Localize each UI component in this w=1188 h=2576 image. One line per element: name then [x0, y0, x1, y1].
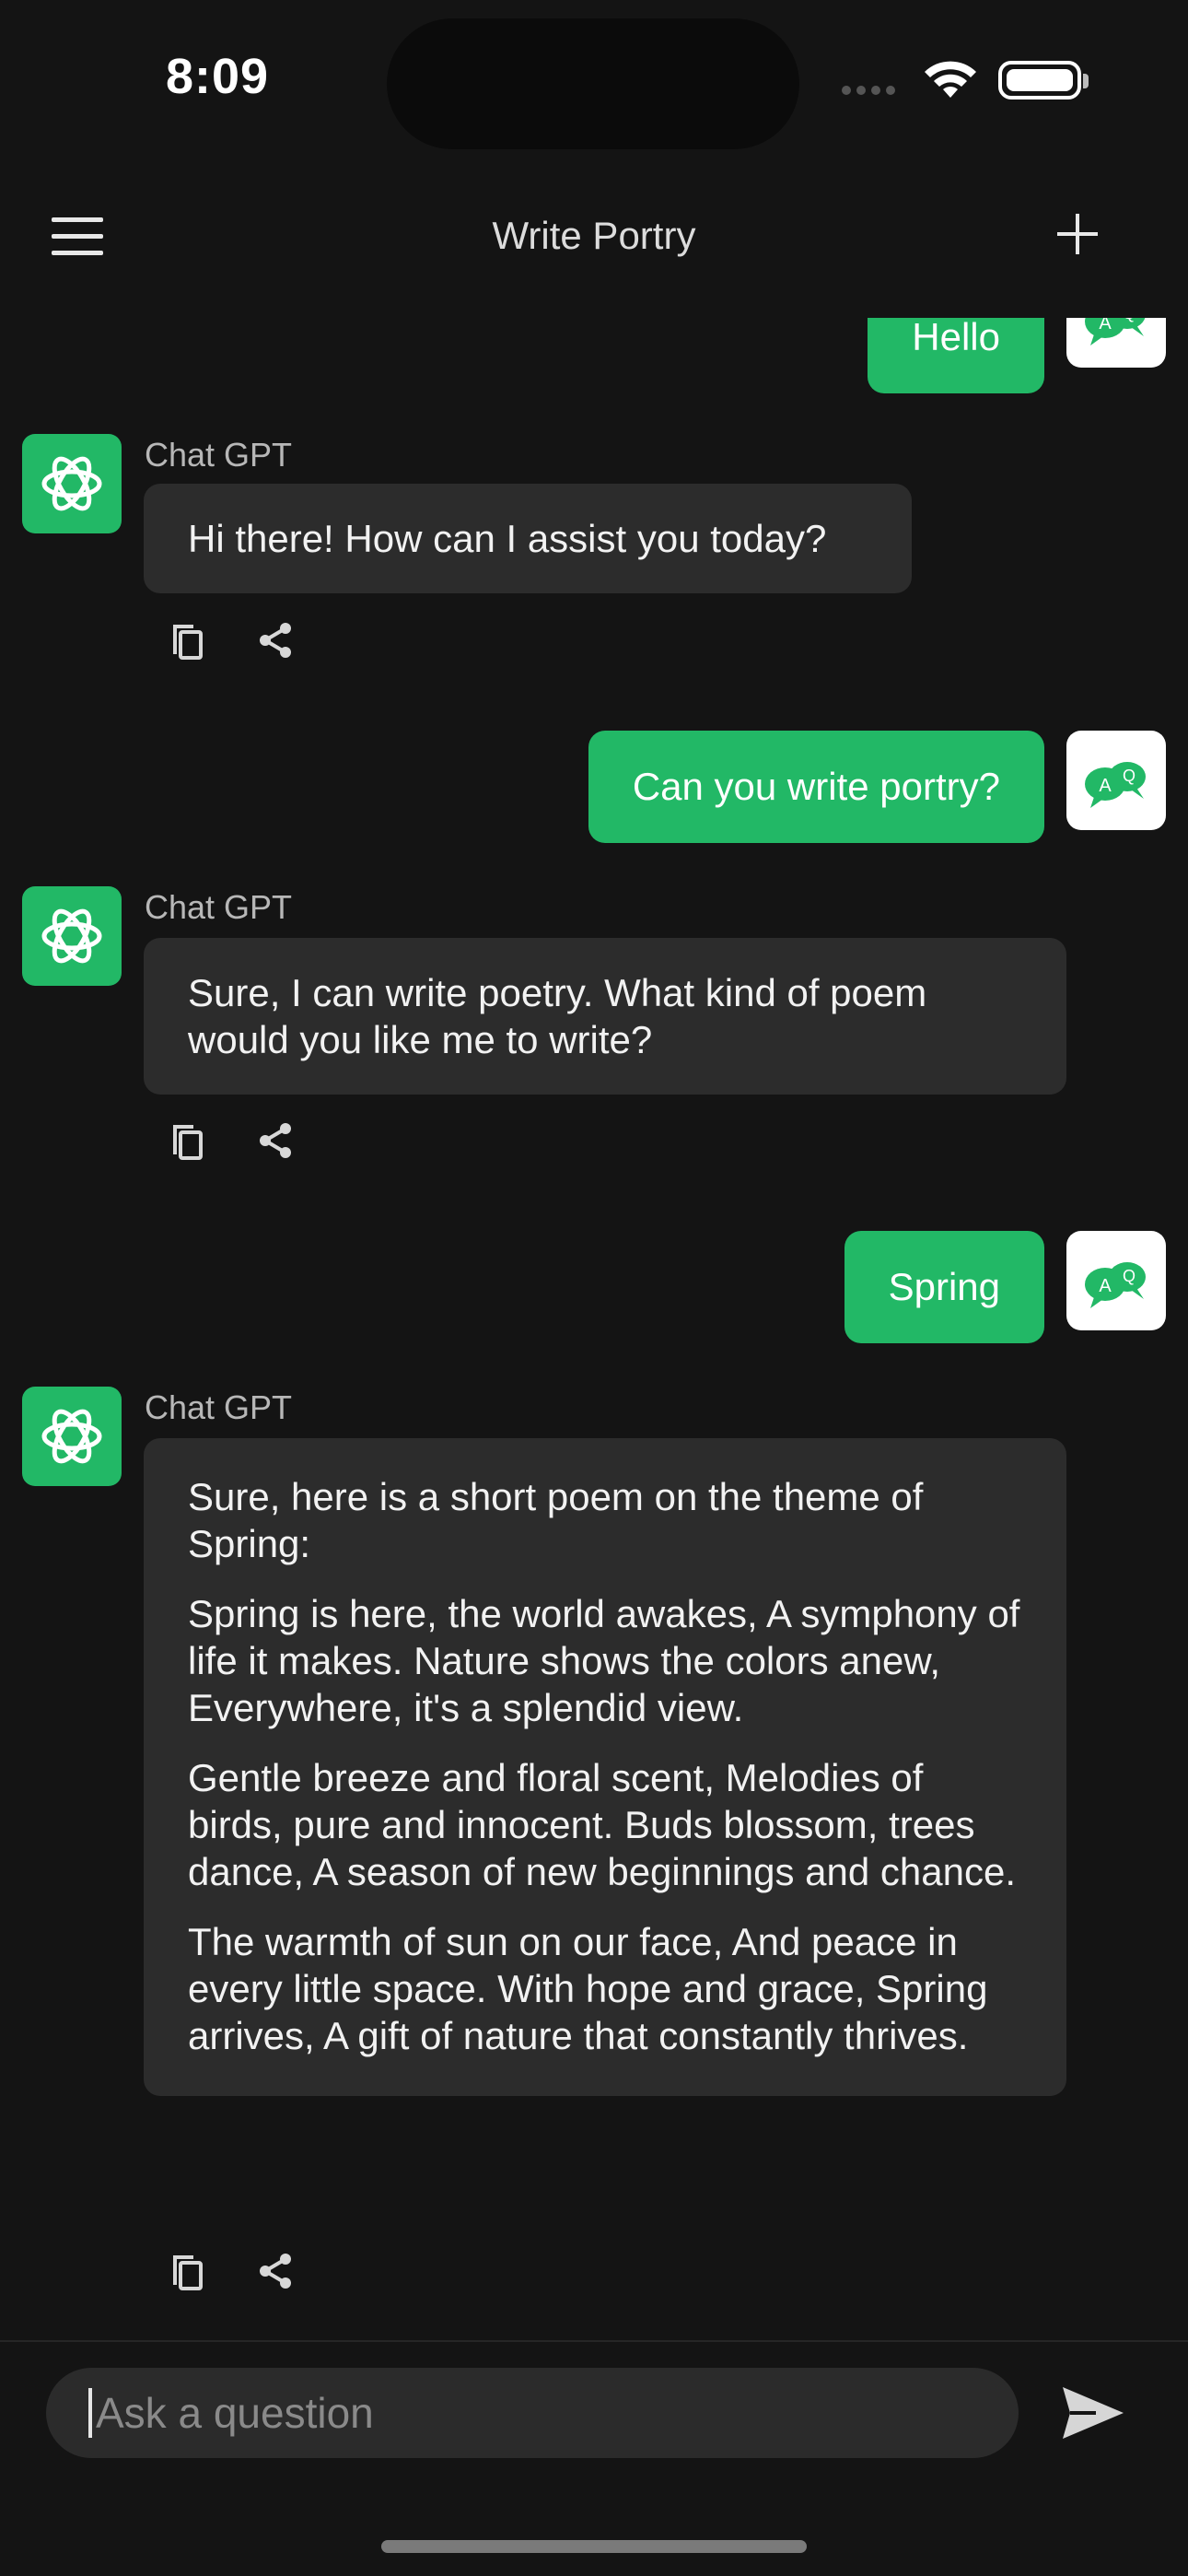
svg-text:A: A: [1099, 318, 1112, 334]
user-avatar: A Q: [1066, 1231, 1166, 1330]
svg-text:Q: Q: [1123, 767, 1136, 785]
chatgpt-avatar: [22, 1387, 122, 1486]
user-avatar: A Q: [1066, 731, 1166, 830]
sender-name: Chat GPT: [145, 1388, 293, 1426]
assistant-message-bubble: Sure, I can write poetry. What kind of p…: [144, 938, 1066, 1095]
sender-name: Chat GPT: [145, 888, 293, 926]
openai-logo-icon: [41, 908, 102, 964]
message-paragraph: Sure, I can write poetry. What kind of p…: [188, 971, 927, 1061]
svg-text:A: A: [1099, 776, 1112, 796]
share-icon[interactable]: [254, 1119, 297, 1162]
text-caret: [88, 2388, 92, 2438]
battery-tip: [1083, 74, 1089, 88]
chat-bubbles-icon: A Q: [1085, 318, 1146, 345]
assistant-message-bubble: Sure, here is a short poem on the theme …: [144, 1438, 1066, 2096]
page-title: Write Portry: [492, 214, 696, 257]
share-icon[interactable]: [254, 619, 297, 662]
user-message-bubble: Can you write portry?: [588, 731, 1044, 843]
share-icon[interactable]: [254, 2250, 297, 2292]
sender-name: Chat GPT: [145, 436, 293, 474]
plus-icon[interactable]: [1054, 210, 1101, 258]
battery-icon: [998, 61, 1081, 100]
copy-icon[interactable]: [166, 2250, 208, 2292]
assistant-message-bubble: Hi there! How can I assist you today?: [144, 484, 912, 593]
svg-text:A: A: [1099, 1276, 1112, 1296]
openai-logo-icon: [41, 1409, 102, 1464]
message-paragraph: Spring is here, the world awakes, A symp…: [188, 1592, 1020, 1729]
input-divider: [0, 2340, 1188, 2342]
message-paragraph: Sure, here is a short poem on the theme …: [188, 1475, 924, 1565]
question-input-container[interactable]: [46, 2368, 1019, 2458]
copy-icon[interactable]: [166, 619, 208, 662]
chat-scroll-area[interactable]: Hello A Q Chat GPT Hi there! How can I a…: [0, 318, 1188, 2340]
dynamic-island: [387, 18, 799, 149]
question-input[interactable]: [94, 2387, 926, 2439]
user-avatar: A Q: [1066, 318, 1166, 368]
svg-text:Q: Q: [1123, 318, 1136, 322]
chatgpt-avatar: [22, 434, 122, 533]
chatgpt-avatar: [22, 886, 122, 986]
user-message-bubble: Hello: [868, 318, 1044, 393]
user-message-bubble: Spring: [844, 1231, 1044, 1343]
chat-bubbles-icon: A Q: [1085, 1262, 1146, 1308]
chat-bubbles-icon: A Q: [1085, 762, 1146, 808]
home-indicator: [381, 2540, 807, 2553]
status-time: 8:09: [166, 49, 270, 104]
copy-icon[interactable]: [166, 1119, 208, 1162]
send-icon[interactable]: [1059, 2383, 1127, 2442]
message-paragraph: Hi there! How can I assist you today?: [188, 517, 827, 560]
wifi-icon: [925, 61, 976, 98]
message-paragraph: The warmth of sun on our face, And peace…: [188, 1920, 988, 2057]
cellular-signal-icon: [842, 83, 901, 100]
svg-text:Q: Q: [1123, 1267, 1136, 1285]
message-paragraph: Gentle breeze and floral scent, Melodies…: [188, 1756, 1017, 1893]
openai-logo-icon: [41, 456, 102, 511]
